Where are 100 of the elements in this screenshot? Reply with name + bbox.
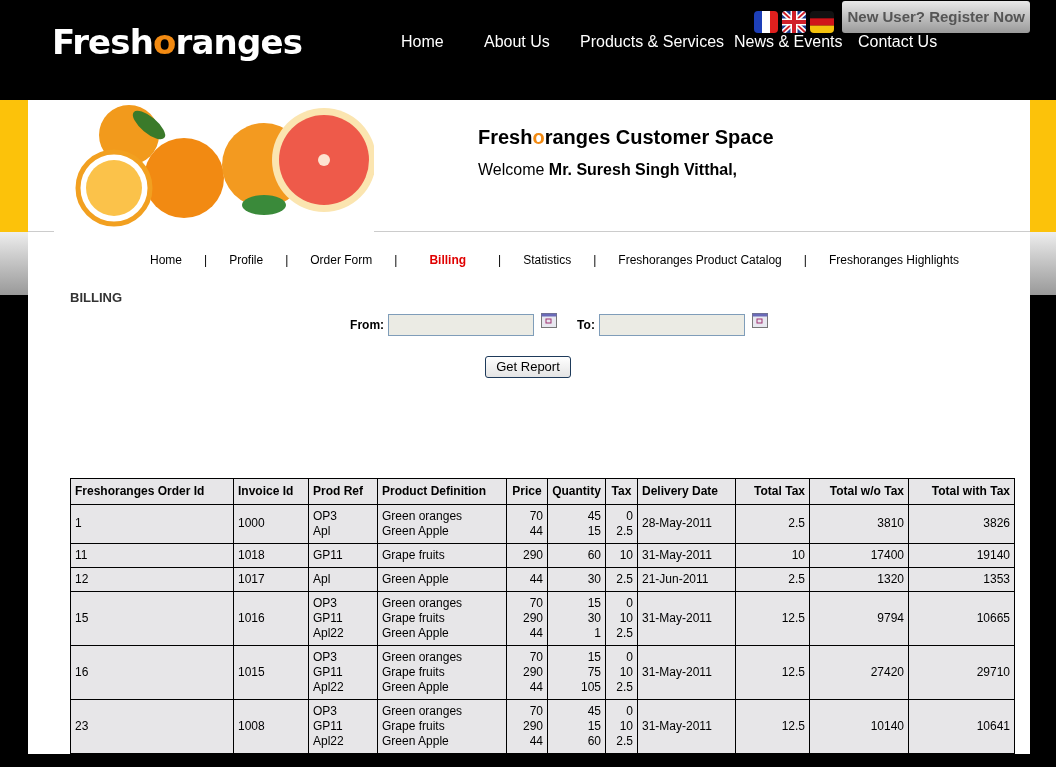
table-cell-text: 15 <box>586 523 601 539</box>
table-cell: 12.5 <box>781 718 805 733</box>
table-cell-text: 60 <box>586 733 601 749</box>
table-cell: 1000 <box>238 516 265 530</box>
table-cell-text: 45 <box>586 508 601 524</box>
table-cell-text: 45 <box>586 703 601 719</box>
table-cell: 10 <box>791 547 805 562</box>
table-cell-text: 0 <box>625 595 633 611</box>
separator: | <box>592 252 598 269</box>
subnav-link[interactable]: Order Form <box>298 251 385 269</box>
subnav-link[interactable]: Billing <box>407 251 489 269</box>
table-cell: 9794 <box>877 610 904 625</box>
table-cell-text: Green oranges <box>382 508 464 524</box>
table-cell: 3826 <box>983 516 1010 530</box>
table-cell: 12.5 <box>781 664 805 679</box>
table-cell-text: OP3 <box>313 703 338 719</box>
calendar-icon[interactable] <box>751 312 768 328</box>
table-cell-text: 290 <box>521 610 543 626</box>
table-cell: 3810 <box>877 516 904 530</box>
section-heading: BILLING <box>69 289 123 307</box>
separator: | <box>802 252 808 269</box>
from-date-field[interactable] <box>388 313 535 336</box>
separator: | <box>393 252 399 269</box>
nav-link[interactable]: About Us <box>484 30 580 54</box>
table-cell: 23 <box>75 718 89 733</box>
table-cell-text: 44 <box>528 733 543 749</box>
table-cell-text: Green Apple <box>382 733 450 749</box>
table-cell-text: 44 <box>528 523 543 539</box>
column-header: Quantity <box>547 478 606 504</box>
table-cell-text: Apl22 <box>313 679 345 695</box>
get-report-button[interactable]: Get Report <box>485 355 571 378</box>
british-flag-icon[interactable] <box>782 11 807 33</box>
table-cell: 1320 <box>877 571 904 586</box>
table-cell: 10665 <box>976 610 1010 625</box>
column-header: Freshoranges Order Id <box>70 478 234 504</box>
table-cell-text: 2.5 <box>615 571 633 587</box>
table-cell: 10140 <box>870 718 904 733</box>
table-cell-text: 70 <box>528 508 543 524</box>
table-cell-text: 15 <box>586 649 601 665</box>
subnav-link[interactable]: Freshoranges Highlights <box>816 251 971 269</box>
table-cell: 1018 <box>238 547 265 562</box>
table-cell-text: GP11 <box>313 718 344 734</box>
subnav-link[interactable]: Statistics <box>511 251 584 269</box>
table-cell: 11 <box>75 547 88 562</box>
column-header: Total with Tax <box>908 478 1015 504</box>
table-cell-text: Green oranges <box>382 649 464 665</box>
nav-link[interactable]: Products & Services <box>580 30 734 54</box>
table-cell-text: 2.5 <box>615 625 633 641</box>
table-cell-text: 70 <box>528 703 543 719</box>
table-cell: 31-May-2011 <box>642 718 712 733</box>
table-cell: 12 <box>75 571 89 586</box>
table-cell-text: GP11 <box>313 664 344 680</box>
calendar-icon[interactable] <box>541 312 558 328</box>
nav-link[interactable]: News & Events <box>734 30 858 54</box>
table-cell-text: 1 <box>593 625 601 641</box>
table-cell: 12.5 <box>781 610 805 625</box>
table-cell: 1015 <box>238 664 265 679</box>
table-cell-text: Apl <box>313 571 332 587</box>
table-cell: 1008 <box>238 718 265 733</box>
table-cell-text: Green oranges <box>382 595 464 611</box>
table-cell-text: Green Apple <box>382 571 450 587</box>
table-cell-text: Grape fruits <box>382 547 446 563</box>
table-cell: 31-May-2011 <box>642 664 712 679</box>
welcome-text: Welcome Mr. Suresh Singh Vitthal, <box>478 160 739 180</box>
to-label: To: <box>577 316 595 334</box>
separator: | <box>203 252 209 269</box>
to-date-field[interactable] <box>598 313 745 336</box>
nav-link[interactable]: Home <box>401 30 484 54</box>
table-cell-text: Grape fruits <box>382 664 446 680</box>
table-cell-text: Green Apple <box>382 625 450 641</box>
table-cell: 19140 <box>976 547 1010 562</box>
table-cell-text: 70 <box>528 649 543 665</box>
german-flag-icon[interactable] <box>810 11 835 33</box>
table-cell-text: Apl22 <box>313 733 345 749</box>
table-cell: 31-May-2011 <box>642 547 712 562</box>
table-cell-text: Grape fruits <box>382 610 446 626</box>
logo: Freshoranges <box>52 22 303 62</box>
table-cell: 1353 <box>983 571 1010 586</box>
register-button[interactable]: New User? Register Now <box>842 1 1030 33</box>
table-cell-text: Apl <box>313 523 332 539</box>
table-cell-text: 0 <box>625 703 633 719</box>
column-header: Product Definition <box>377 478 507 504</box>
table-cell: 28-May-2011 <box>642 516 712 530</box>
table-cell-text: 290 <box>521 547 543 563</box>
table-cell-text: 10 <box>618 610 633 626</box>
subnav-link[interactable]: Home <box>138 251 194 269</box>
table-cell: 29710 <box>976 664 1010 679</box>
french-flag-icon[interactable] <box>754 11 779 33</box>
table-cell: 1 <box>75 516 82 530</box>
nav-link[interactable]: Contact Us <box>858 30 958 54</box>
table-cell-text: 290 <box>521 664 543 680</box>
subnav-link[interactable]: Profile <box>217 251 276 269</box>
table-cell-text: 30 <box>586 571 601 587</box>
table-cell-text: 44 <box>528 571 543 587</box>
table-cell-text: GP11 <box>313 610 344 626</box>
column-header: Delivery Date <box>637 478 736 504</box>
table-cell-text: 2.5 <box>615 679 633 695</box>
table-cell-text: 70 <box>528 595 543 611</box>
subnav-link[interactable]: Freshoranges Product Catalog <box>606 251 794 269</box>
table-cell-text: OP3 <box>313 595 338 611</box>
